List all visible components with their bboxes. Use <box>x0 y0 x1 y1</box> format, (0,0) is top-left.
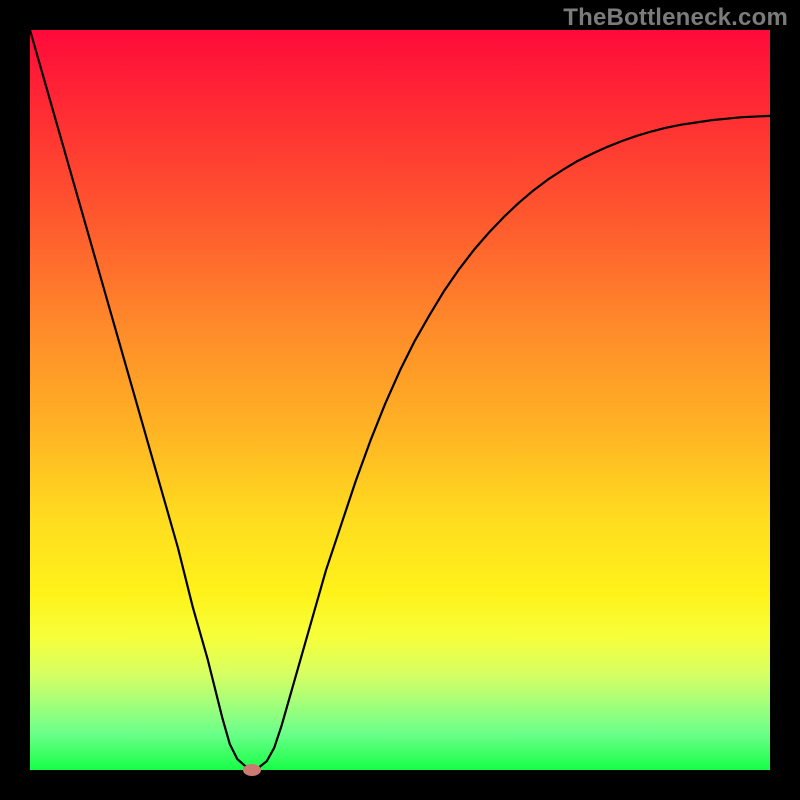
curve-svg <box>0 0 800 800</box>
bottleneck-curve <box>30 30 770 769</box>
chart-frame: TheBottleneck.com <box>0 0 800 800</box>
optimal-marker <box>243 764 261 776</box>
